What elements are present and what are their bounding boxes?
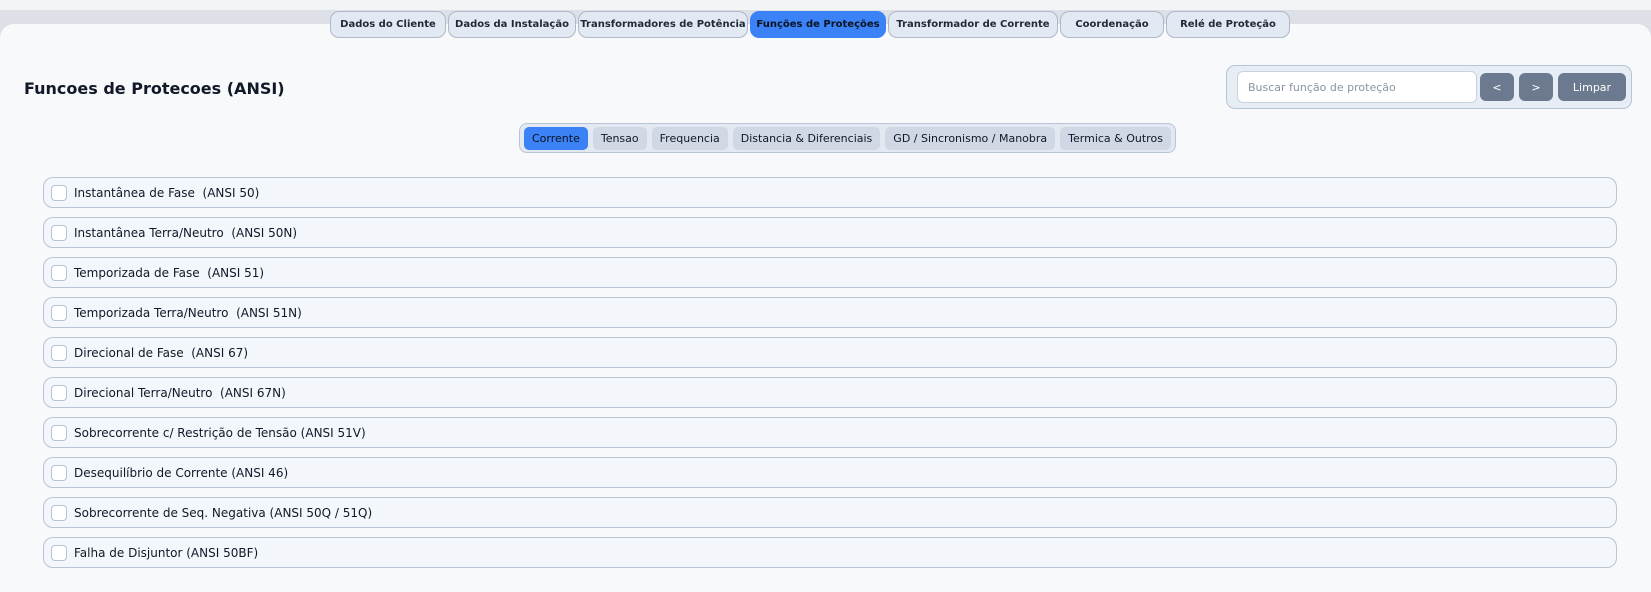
search-input[interactable] — [1237, 71, 1477, 103]
function-label: Sobrecorrente de Seq. Negativa (ANSI 50Q… — [74, 505, 373, 520]
function-checkbox[interactable] — [51, 424, 67, 441]
category-tab-termica-outros[interactable]: Termica & Outros — [1060, 126, 1171, 150]
next-result-button[interactable]: > — [1519, 73, 1553, 101]
function-checkbox[interactable] — [51, 264, 67, 281]
function-row-ansi-46[interactable]: Desequilíbrio de Corrente (ANSI 46) — [43, 457, 1617, 488]
function-label: Sobrecorrente c/ Restrição de Tensão (AN… — [74, 425, 366, 440]
category-tab-gd-sincronismo-manobra[interactable]: GD / Sincronismo / Manobra — [885, 126, 1056, 150]
function-checkbox[interactable] — [51, 544, 67, 561]
function-row-ansi-67[interactable]: Direcional de Fase (ANSI 67) — [43, 337, 1617, 368]
function-row-ansi-51n[interactable]: Temporizada Terra/Neutro (ANSI 51N) — [43, 297, 1617, 328]
tab-transformadores-de-potencia[interactable]: Transformadores de Potência — [578, 11, 748, 38]
function-row-ansi-50bf[interactable]: Falha de Disjuntor (ANSI 50BF) — [43, 537, 1617, 568]
function-checkbox[interactable] — [51, 304, 67, 321]
function-label: Falha de Disjuntor (ANSI 50BF) — [74, 545, 259, 560]
function-label: Desequilíbrio de Corrente (ANSI 46) — [74, 465, 289, 480]
function-row-ansi-51v[interactable]: Sobrecorrente c/ Restrição de Tensão (AN… — [43, 417, 1617, 448]
function-checkbox[interactable] — [51, 384, 67, 401]
category-tabs: Corrente Tensao Frequencia Distancia & D… — [519, 123, 1176, 153]
category-tab-tensao[interactable]: Tensao — [592, 126, 647, 150]
function-row-ansi-50n[interactable]: Instantânea Terra/Neutro (ANSI 50N) — [43, 217, 1617, 248]
tab-dados-do-cliente[interactable]: Dados do Cliente — [330, 11, 446, 38]
function-label: Temporizada de Fase (ANSI 51) — [74, 265, 265, 280]
protection-function-list: Instantânea de Fase (ANSI 50) Instantâne… — [43, 177, 1617, 577]
function-label: Instantânea Terra/Neutro (ANSI 50N) — [74, 225, 298, 240]
main-tabs: Dados do Cliente Dados da Instalação Tra… — [330, 11, 1290, 38]
function-row-ansi-51[interactable]: Temporizada de Fase (ANSI 51) — [43, 257, 1617, 288]
clear-button[interactable]: Limpar — [1558, 73, 1626, 101]
function-checkbox[interactable] — [51, 344, 67, 361]
search-toolbar: < > Limpar — [1226, 65, 1632, 109]
function-label: Direcional de Fase (ANSI 67) — [74, 345, 249, 360]
function-checkbox[interactable] — [51, 464, 67, 481]
function-row-ansi-50[interactable]: Instantânea de Fase (ANSI 50) — [43, 177, 1617, 208]
function-checkbox[interactable] — [51, 224, 67, 241]
function-row-ansi-67n[interactable]: Direcional Terra/Neutro (ANSI 67N) — [43, 377, 1617, 408]
tab-funcoes-de-protecoes[interactable]: Funções de Proteções — [750, 11, 886, 38]
prev-result-button[interactable]: < — [1480, 73, 1514, 101]
tab-rele-de-protecao[interactable]: Relé de Proteção — [1166, 11, 1290, 38]
function-label: Direcional Terra/Neutro (ANSI 67N) — [74, 385, 286, 400]
window-top-strip — [0, 0, 1651, 10]
function-checkbox[interactable] — [51, 184, 67, 201]
page-title: Funcoes de Protecoes (ANSI) — [24, 79, 285, 98]
category-tab-distancia-diferenciais[interactable]: Distancia & Diferenciais — [732, 126, 881, 150]
function-label: Instantânea de Fase (ANSI 50) — [74, 185, 260, 200]
category-tab-frequencia[interactable]: Frequencia — [651, 126, 728, 150]
function-checkbox[interactable] — [51, 504, 67, 521]
category-tab-corrente[interactable]: Corrente — [524, 126, 588, 150]
tab-coordenacao[interactable]: Coordenação — [1060, 11, 1164, 38]
function-row-ansi-50q-51q[interactable]: Sobrecorrente de Seq. Negativa (ANSI 50Q… — [43, 497, 1617, 528]
tab-dados-da-instalacao[interactable]: Dados da Instalação — [448, 11, 576, 38]
function-label: Temporizada Terra/Neutro (ANSI 51N) — [74, 305, 302, 320]
tab-transformador-de-corrente[interactable]: Transformador de Corrente — [888, 11, 1058, 38]
